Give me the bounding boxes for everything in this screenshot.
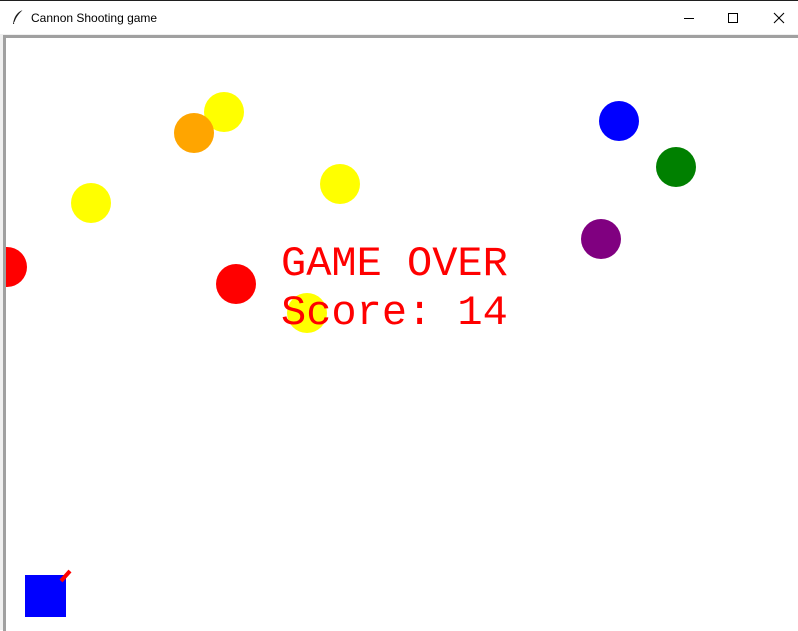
minimize-button[interactable] <box>666 1 712 34</box>
minimize-icon <box>684 18 694 19</box>
feather-icon <box>11 9 25 25</box>
game-over-text: GAME OVER <box>281 240 508 288</box>
score-text: Score: 14 <box>281 289 508 337</box>
maximize-button[interactable] <box>710 1 756 34</box>
cannon-body <box>25 575 66 617</box>
ball-red <box>6 247 27 287</box>
ball-blue <box>599 101 639 141</box>
title-bar[interactable]: Cannon Shooting game <box>0 1 798 34</box>
game-frame: GAME OVER Score: 14 <box>3 35 798 631</box>
window-title: Cannon Shooting game <box>31 11 158 25</box>
close-icon <box>773 12 785 24</box>
maximize-icon <box>728 13 738 23</box>
close-button[interactable] <box>756 1 798 34</box>
ball-yellow <box>320 164 360 204</box>
app-window: Cannon Shooting game GAME OVER Score: 14 <box>0 0 798 631</box>
ball-green <box>656 147 696 187</box>
cannon <box>25 569 72 617</box>
ball-yellow <box>71 183 111 223</box>
ball-orange <box>174 113 214 153</box>
ball-red <box>216 264 256 304</box>
ball-purple <box>581 219 621 259</box>
